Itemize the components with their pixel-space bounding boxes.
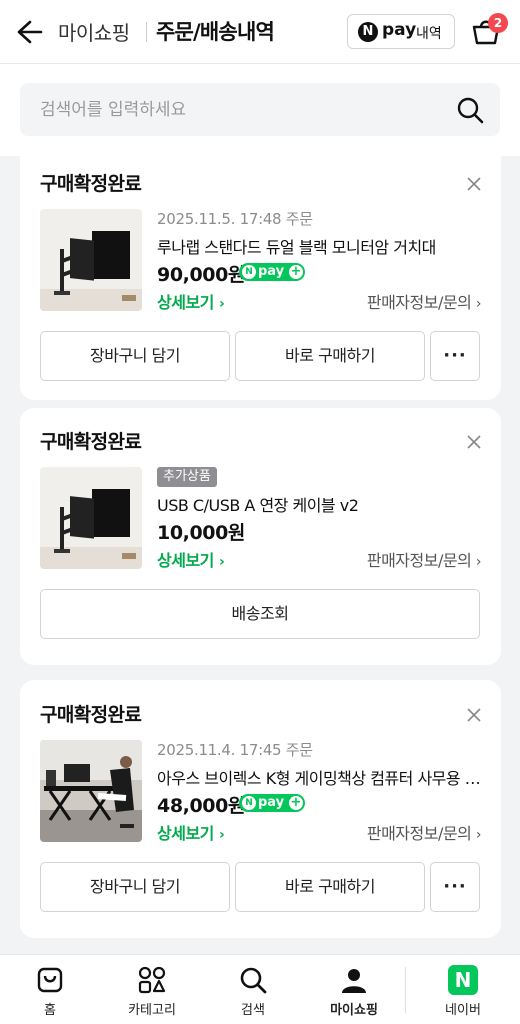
breadcrumb-myshop[interactable]: 마이쇼핑	[58, 17, 130, 46]
seller-info-link[interactable]: 판매자정보/문의 ›	[366, 289, 482, 313]
nav-home[interactable]: 홈	[10, 955, 90, 1024]
add-to-cart-button[interactable]: 장바구니 담기	[40, 331, 230, 381]
search-icon	[240, 967, 267, 994]
detail-label: 상세보기	[157, 293, 214, 312]
npay-pay-label: pay	[382, 20, 417, 40]
product-name[interactable]: USB C/USB A 연장 케이블 v2	[157, 492, 487, 516]
close-icon[interactable]	[466, 176, 482, 192]
seller-info-link[interactable]: 판매자정보/문의 ›	[366, 820, 482, 844]
nav-naver-label: 네이버	[445, 1003, 481, 1018]
npay-plus-badge: N pay +	[239, 263, 305, 281]
monitor-arm-image	[40, 467, 142, 569]
order-card: 구매확정완료 추가상품 USB C/USB A 연장 케이블 v2 10,000…	[20, 408, 501, 665]
npay-plus-badge: N pay +	[239, 794, 305, 812]
search-section	[0, 64, 520, 156]
product-price: 48,000원	[157, 795, 245, 817]
detail-link[interactable]: 상세보기 ›	[157, 547, 225, 571]
more-options-button[interactable]: ···	[430, 862, 480, 912]
detail-link[interactable]: 상세보기 ›	[157, 289, 225, 313]
search-icon[interactable]	[456, 96, 484, 124]
detail-label: 상세보기	[157, 824, 214, 843]
search-input[interactable]	[40, 83, 450, 136]
buy-now-button[interactable]: 바로 구매하기	[235, 331, 425, 381]
chevron-right-icon: ›	[218, 296, 225, 312]
chevron-right-icon: ›	[218, 554, 225, 570]
product-price: 90,000원	[157, 264, 245, 286]
nav-category[interactable]: 카테고리	[112, 955, 192, 1024]
npay-n-icon: N	[242, 796, 256, 810]
add-to-cart-button[interactable]: 장바구니 담기	[40, 862, 230, 912]
npay-n-icon: N	[242, 265, 256, 279]
nav-category-label: 카테고리	[128, 1003, 176, 1018]
bottom-nav: 홈 카테고리 검색 마이쇼핑 N 네이버	[0, 954, 520, 1024]
additional-item-tag: 추가상품	[157, 467, 217, 487]
gaming-desk-image	[40, 740, 142, 842]
product-name[interactable]: 루나랩 스탠다드 듀얼 블랙 모니터암 거치대	[157, 234, 487, 258]
npay-logo-icon: N	[358, 22, 378, 42]
naver-logo-icon: N	[448, 965, 478, 995]
chevron-right-icon: ›	[475, 554, 482, 570]
search-bar	[20, 83, 500, 136]
shopping-bag-icon	[37, 967, 63, 993]
nav-naver[interactable]: N 네이버	[423, 955, 503, 1024]
nav-home-label: 홈	[44, 1003, 56, 1018]
npay-text: pay	[258, 795, 285, 810]
npay-history-button[interactable]: N pay 내역	[347, 14, 455, 49]
seller-label: 판매자정보/문의	[366, 824, 472, 843]
order-status: 구매확정완료	[40, 173, 142, 195]
order-status: 구매확정완료	[40, 704, 142, 726]
product-thumbnail[interactable]	[40, 467, 142, 569]
seller-info-link[interactable]: 판매자정보/문의 ›	[366, 547, 482, 571]
nav-search-label: 검색	[241, 1003, 265, 1018]
more-dots-icon: ···	[443, 876, 467, 897]
plus-icon: +	[289, 264, 303, 279]
product-name[interactable]: 아우스 브이렉스 K형 게이밍책상 컴퓨터 사무용 책상	[157, 765, 487, 789]
category-icon	[138, 966, 166, 994]
monitor-arm-image	[40, 209, 142, 311]
nav-myshop[interactable]: 마이쇼핑	[314, 955, 394, 1024]
product-thumbnail[interactable]	[40, 740, 142, 842]
close-icon[interactable]	[466, 707, 482, 723]
chevron-right-icon: ›	[475, 296, 482, 312]
page-title: 주문/배송내역	[156, 20, 275, 44]
seller-label: 판매자정보/문의	[366, 293, 472, 312]
person-icon	[342, 969, 366, 993]
divider	[146, 22, 147, 42]
nav-search[interactable]: 검색	[213, 955, 293, 1024]
more-options-button[interactable]: ···	[430, 331, 480, 381]
chevron-right-icon: ›	[218, 827, 225, 843]
order-date: 2025.11.5. 17:48 주문	[157, 210, 313, 228]
order-card: 구매확정완료 2025.11.5. 17:48 주문 루나랩 스탠다드 듀얼 블…	[20, 152, 501, 400]
nav-myshop-label: 마이쇼핑	[330, 1003, 378, 1018]
back-arrow-icon[interactable]	[14, 18, 44, 46]
nav-divider	[405, 967, 406, 1013]
more-dots-icon: ···	[443, 345, 467, 366]
npay-history-label: 내역	[416, 26, 442, 42]
product-thumbnail[interactable]	[40, 209, 142, 311]
order-card: 구매확정완료 2025.11.4. 17:45 주문 아우스 브이렉스 K형 게…	[20, 680, 501, 938]
order-status: 구매확정완료	[40, 431, 142, 453]
cart-count-badge: 2	[488, 13, 508, 33]
npay-text: pay	[258, 264, 285, 279]
plus-icon: +	[289, 795, 303, 810]
chevron-right-icon: ›	[475, 827, 482, 843]
detail-label: 상세보기	[157, 551, 214, 570]
header: 마이쇼핑 주문/배송내역 N pay 내역 2	[0, 0, 520, 64]
order-date: 2025.11.4. 17:45 주문	[157, 741, 313, 759]
track-delivery-button[interactable]: 배송조회	[40, 589, 480, 639]
close-icon[interactable]	[466, 434, 482, 450]
detail-link[interactable]: 상세보기 ›	[157, 820, 225, 844]
buy-now-button[interactable]: 바로 구매하기	[235, 862, 425, 912]
seller-label: 판매자정보/문의	[366, 551, 472, 570]
product-price: 10,000원	[157, 522, 245, 544]
